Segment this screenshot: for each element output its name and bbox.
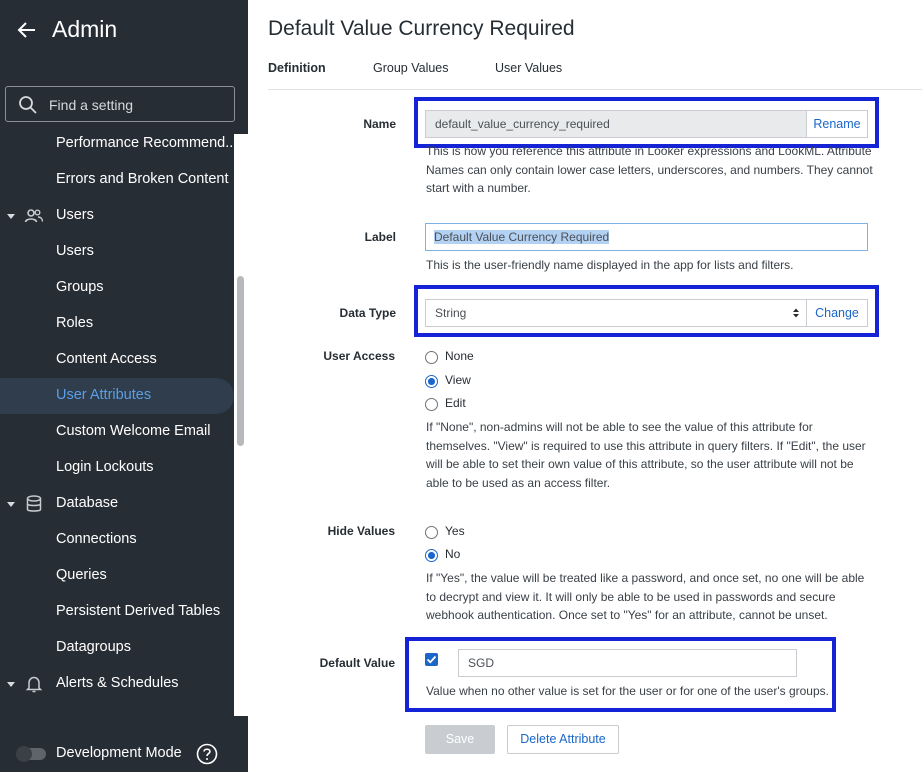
data-type-select[interactable]: String (425, 299, 807, 327)
sidebar-section-label: Database (56, 495, 119, 511)
user-access-edit-label: Edit (445, 396, 466, 410)
setting-search-box[interactable] (5, 86, 235, 122)
sidebar-section-alerts-schedules[interactable]: Alerts & Schedules (0, 666, 234, 702)
sidebar-section-label: Users (56, 207, 94, 223)
hide-values-no-label: No (445, 547, 461, 561)
sidebar-section-users[interactable]: Users (0, 198, 234, 234)
sidebar-item-users[interactable]: Users (0, 234, 234, 270)
sidebar-item-groups[interactable]: Groups (0, 270, 234, 306)
sidebar-item-content-access[interactable]: Content Access (0, 342, 234, 378)
name-input[interactable]: default_value_currency_required (425, 110, 807, 138)
sidebar-item-label: Login Lockouts (56, 459, 154, 475)
main-content: Default Value Currency Required Definiti… (248, 0, 922, 772)
hide-values-help-text: If "Yes", the value will be treated like… (426, 571, 865, 622)
admin-sidebar: Admin Performance Recommend... Errors an… (0, 0, 248, 772)
hide-values-yes-label: Yes (445, 524, 465, 538)
sidebar-item-label: User Attributes (56, 387, 152, 403)
sidebar-item-performance-recommendations[interactable]: Performance Recommend... (0, 126, 234, 162)
sidebar-item-persistent-derived-tables[interactable]: Persistent Derived Tables (0, 594, 234, 630)
bell-icon (25, 676, 43, 693)
search-icon (19, 96, 37, 114)
caret-down-icon (7, 502, 15, 507)
user-access-view-radio[interactable] (425, 375, 438, 388)
default-value-help-text: Value when no other value is set for the… (426, 684, 829, 698)
tab-definition[interactable]: Definition (268, 61, 326, 75)
hide-values-yes-radio[interactable] (425, 526, 438, 539)
change-data-type-button[interactable]: Change (806, 299, 868, 327)
sidebar-item-label: Content Access (56, 351, 157, 367)
arrow-left-icon[interactable] (16, 19, 38, 41)
name-field-label: Name (363, 117, 396, 131)
sidebar-item-label: Datagroups (56, 639, 131, 655)
data-type-field-label: Data Type (339, 306, 396, 320)
delete-attribute-button[interactable]: Delete Attribute (507, 725, 619, 754)
sidebar-item-label: Connections (56, 531, 137, 547)
users-icon (24, 209, 44, 223)
rename-button[interactable]: Rename (806, 110, 868, 138)
hide-values-no-radio[interactable] (425, 549, 438, 562)
sidebar-scrollbar-thumb[interactable] (237, 276, 244, 446)
label-input[interactable]: Default Value Currency Required (425, 223, 868, 251)
sidebar-item-label: Roles (56, 315, 94, 331)
default-value-input[interactable]: SGD (458, 649, 797, 677)
sidebar-footer: Development Mode (0, 716, 248, 772)
sidebar-item-connections[interactable]: Connections (0, 522, 234, 558)
sidebar-item-errors-broken-content[interactable]: Errors and Broken Content (0, 162, 234, 198)
tab-user-values[interactable]: User Values (495, 61, 562, 75)
sidebar-item-label: Custom Welcome Email (56, 423, 211, 439)
user-access-none-radio[interactable] (425, 351, 438, 364)
caret-down-icon (7, 682, 15, 687)
label-help-text: This is the user-friendly name displayed… (426, 258, 794, 272)
sidebar-item-label: Queries (56, 567, 107, 583)
tab-group-values[interactable]: Group Values (373, 61, 449, 75)
default-value-field-label: Default Value (319, 656, 395, 670)
database-icon (26, 495, 42, 512)
sidebar-item-label: Errors and Broken Content (56, 171, 229, 187)
user-access-view-label: View (445, 373, 471, 387)
save-button[interactable]: Save (425, 725, 495, 754)
development-mode-toggle[interactable] (16, 746, 46, 762)
user-access-edit-radio[interactable] (425, 398, 438, 411)
user-access-help-text: If "None", non-admins will not be able t… (426, 420, 866, 490)
sidebar-item-label: Groups (56, 279, 104, 295)
sidebar-item-label: Persistent Derived Tables (56, 603, 221, 619)
hide-values-field-label: Hide Values (327, 524, 395, 538)
name-help-text: This is how you reference this attribute… (426, 144, 873, 195)
sidebar-item-label: Performance Recommend... (56, 135, 234, 151)
help-circle-icon[interactable] (196, 743, 218, 765)
caret-down-icon (7, 214, 15, 219)
sidebar-title: Admin (52, 16, 118, 42)
toggle-knob (16, 746, 32, 762)
development-mode-label: Development Mode (56, 745, 182, 761)
label-field-label: Label (364, 230, 396, 244)
sidebar-nav-list: Performance Recommend... Errors and Brok… (0, 126, 234, 716)
select-arrows-icon (793, 308, 799, 318)
setting-search-input[interactable] (49, 95, 229, 115)
checkmark-icon (426, 655, 437, 664)
sidebar-item-roles[interactable]: Roles (0, 306, 234, 342)
user-access-none-label: None (445, 349, 474, 363)
sidebar-item-label: Users (56, 243, 94, 259)
user-access-field-label: User Access (323, 349, 395, 363)
label-input-selected-text: Default Value Currency Required (434, 230, 610, 244)
tabs-divider (268, 89, 922, 90)
sidebar-item-datagroups[interactable]: Datagroups (0, 630, 234, 666)
sidebar-item-login-lockouts[interactable]: Login Lockouts (0, 450, 234, 486)
data-type-selected-value: String (435, 306, 467, 320)
sidebar-item-custom-welcome-email[interactable]: Custom Welcome Email (0, 414, 234, 450)
sidebar-item-queries[interactable]: Queries (0, 558, 234, 594)
default-value-checkbox[interactable] (425, 653, 438, 666)
page-title: Default Value Currency Required (268, 17, 575, 40)
sidebar-section-label: Alerts & Schedules (56, 675, 179, 691)
sidebar-item-user-attributes[interactable]: User Attributes (0, 378, 234, 414)
sidebar-section-database[interactable]: Database (0, 486, 234, 522)
